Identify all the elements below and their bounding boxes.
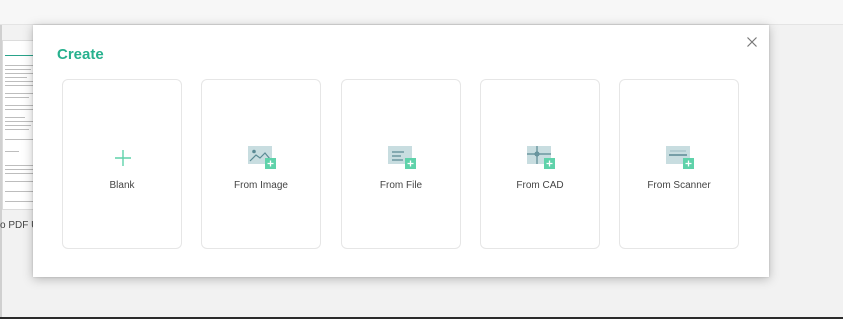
create-dialog: Create Blank From Image From File From C… (33, 25, 769, 277)
dialog-title: Create (57, 46, 104, 63)
scanner-plus-icon (663, 143, 697, 173)
card-label-file: From File (379, 180, 423, 191)
create-from-file-card[interactable]: From File (341, 79, 461, 249)
close-button[interactable] (744, 34, 760, 50)
app-toolbar (0, 0, 843, 25)
image-plus-icon (245, 143, 279, 173)
card-label-image: From Image (234, 180, 288, 191)
document-thumbnail[interactable] (2, 40, 36, 210)
cad-plus-icon (524, 143, 558, 173)
create-blank-card[interactable]: Blank (62, 79, 182, 249)
create-from-scanner-card[interactable]: From Scanner (619, 79, 739, 249)
create-from-image-card[interactable]: From Image (201, 79, 321, 249)
file-plus-icon (385, 143, 419, 173)
plus-icon (106, 143, 140, 173)
card-label-blank: Blank (109, 180, 135, 191)
close-icon (747, 37, 757, 47)
card-label-cad: From CAD (516, 180, 564, 191)
create-from-cad-card[interactable]: From CAD (480, 79, 600, 249)
card-label-scanner: From Scanner (647, 180, 711, 191)
